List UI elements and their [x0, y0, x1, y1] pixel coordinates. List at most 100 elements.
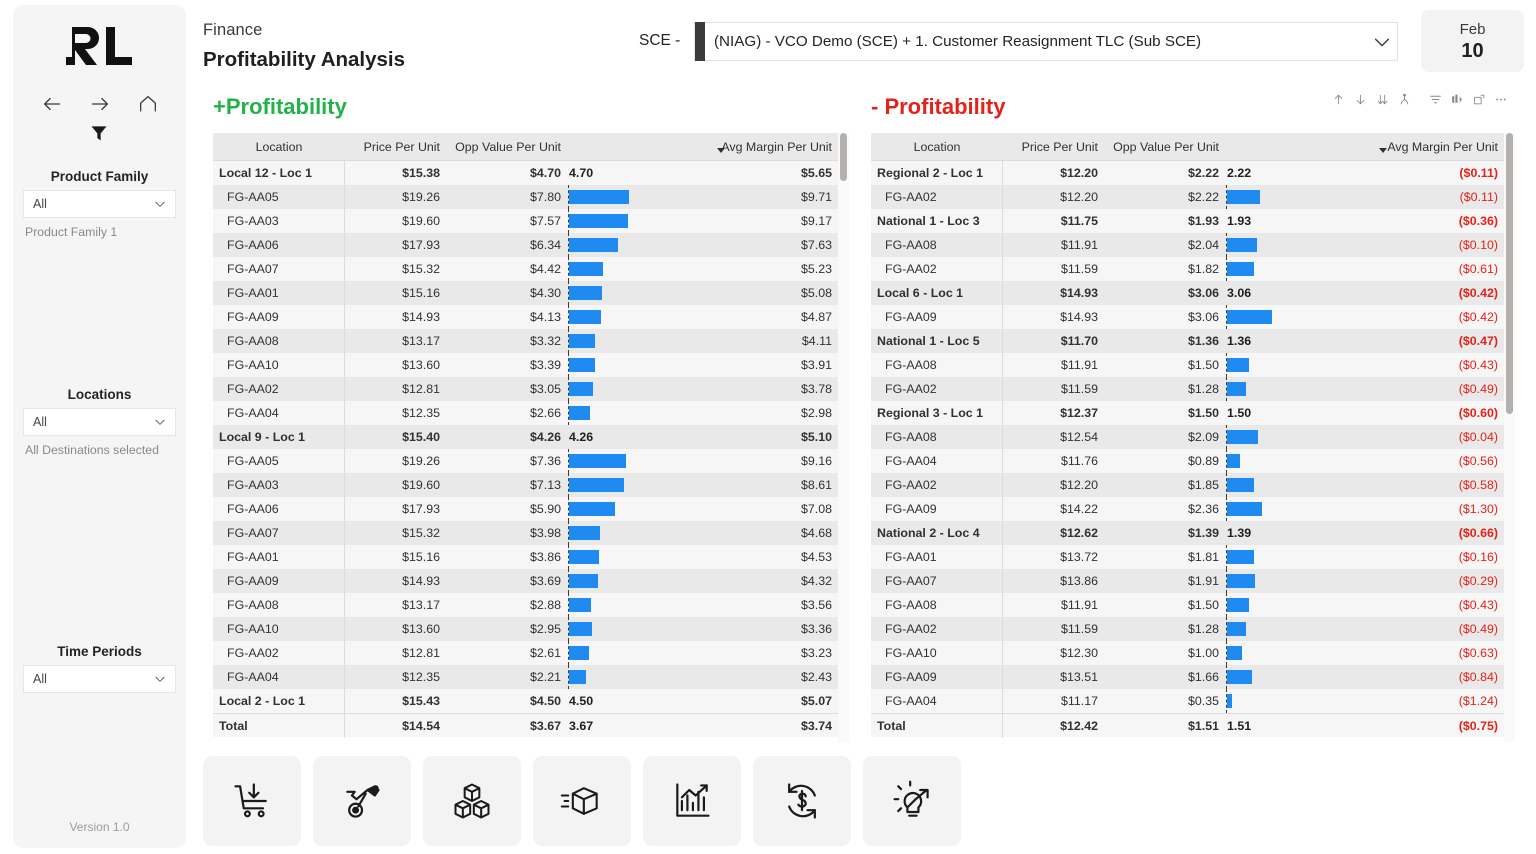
table-row[interactable]: FG-AA03 $19.60 $7.13 $8.61 [213, 473, 838, 497]
column-header-opp-value-per-unit[interactable]: Opp Value Per Unit [445, 133, 565, 160]
table-row-group[interactable]: National 1 - Loc 3 $11.75 $1.93 1.93 ($0.36) [871, 209, 1504, 233]
table-row[interactable]: FG-AA02 $12.20 $2.22 ($0.11) [871, 185, 1504, 209]
column-header-location[interactable]: Location [871, 133, 1003, 160]
table-row-group[interactable]: Local 2 - Loc 1 $15.43 $4.50 4.50 $5.07 [213, 689, 838, 713]
expand-icon[interactable] [1468, 89, 1490, 110]
cell-price-per-unit: $12.20 [1060, 478, 1098, 492]
sort-descending-icon[interactable] [1349, 89, 1371, 110]
rl-logo [13, 23, 186, 69]
column-header-price-per-unit[interactable]: Price Per Unit [1003, 133, 1103, 160]
table-row[interactable]: FG-AA10 $12.30 $1.00 ($0.63) [871, 641, 1504, 665]
table-row[interactable]: FG-AA08 $13.17 $3.32 $4.11 [213, 329, 838, 353]
expand-hierarchy-icon[interactable] [1393, 89, 1415, 110]
column-header-avg-margin-per-unit[interactable]: Avg Margin Per Unit [651, 133, 838, 160]
column-header-opp-value-per-unit[interactable]: Opp Value Per Unit [1103, 133, 1223, 160]
table-row[interactable]: FG-AA09 $14.22 $2.36 ($1.30) [871, 497, 1504, 521]
cell-opp-value-per-unit: $4.50 [529, 694, 561, 708]
table-row-group[interactable]: Regional 3 - Loc 1 $12.37 $1.50 1.50 ($0.60) [871, 401, 1504, 425]
table-row-total[interactable]: Total $14.54 $3.67 3.67 $3.74 [213, 713, 838, 738]
table-row[interactable]: FG-AA08 $13.17 $2.88 $3.56 [213, 593, 838, 617]
table-row[interactable]: FG-AA10 $13.60 $2.95 $3.36 [213, 617, 838, 641]
table-row[interactable]: FG-AA04 $11.17 $0.35 ($1.24) [871, 689, 1504, 713]
table-row[interactable]: FG-AA05 $19.26 $7.36 $9.16 [213, 449, 838, 473]
shipping-icon[interactable] [533, 756, 631, 846]
table-row[interactable]: FG-AA01 $13.72 $1.81 ($0.16) [871, 545, 1504, 569]
table-row[interactable]: FG-AA05 $19.26 $7.80 $9.71 [213, 185, 838, 209]
scrollbar-left-table[interactable] [838, 133, 849, 742]
column-header-location[interactable]: Location [213, 133, 345, 160]
table-row[interactable]: FG-AA02 $12.81 $2.61 $3.23 [213, 641, 838, 665]
slicer-dropdown-locations[interactable]: All [23, 408, 176, 436]
drill-down-icon[interactable] [1371, 89, 1393, 110]
bar-mark [569, 286, 603, 300]
cost-cycle-icon[interactable] [753, 756, 851, 846]
table-row[interactable]: FG-AA02 $11.59 $1.28 ($0.49) [871, 377, 1504, 401]
maintenance-icon[interactable] [313, 756, 411, 846]
more-options-icon[interactable] [1490, 89, 1512, 110]
cell-opp-value-per-unit: $1.36 [1187, 334, 1219, 348]
back-icon[interactable] [41, 93, 63, 115]
table-row[interactable]: FG-AA09 $14.93 $4.13 $4.87 [213, 305, 838, 329]
column-header-avg-margin-per-unit[interactable]: Avg Margin Per Unit [1309, 133, 1504, 160]
bar-mark [1227, 670, 1252, 684]
purchase-order-icon[interactable] [203, 756, 301, 846]
table-row[interactable]: FG-AA06 $17.93 $5.90 $7.08 [213, 497, 838, 521]
table-row[interactable]: FG-AA02 $11.59 $1.28 ($0.49) [871, 617, 1504, 641]
table-row-total[interactable]: Total $12.42 $1.51 1.51 ($0.75) [871, 713, 1504, 738]
inventory-icon[interactable] [423, 756, 521, 846]
table-row-group[interactable]: Local 9 - Loc 1 $15.40 $4.26 4.26 $5.10 [213, 425, 838, 449]
table-row[interactable]: FG-AA07 $13.86 $1.91 ($0.29) [871, 569, 1504, 593]
table-row[interactable]: FG-AA08 $11.91 $2.04 ($0.10) [871, 233, 1504, 257]
filter-icon[interactable] [1424, 89, 1446, 110]
cell-opp-value-per-unit: $2.61 [529, 646, 561, 660]
table-row-group[interactable]: Local 6 - Loc 1 $14.93 $3.06 3.06 ($0.42) [871, 281, 1504, 305]
table-row[interactable]: FG-AA02 $12.81 $3.05 $3.78 [213, 377, 838, 401]
table-row[interactable]: FG-AA08 $11.91 $1.50 ($0.43) [871, 593, 1504, 617]
forward-icon[interactable] [89, 93, 111, 115]
slicer-dropdown-time-periods[interactable]: All [23, 665, 176, 693]
table-row[interactable]: FG-AA02 $11.59 $1.82 ($0.61) [871, 257, 1504, 281]
bar-mark [1227, 454, 1241, 468]
cell-price-per-unit: $11.91 [1061, 598, 1098, 612]
table-row[interactable]: FG-AA08 $12.54 $2.09 ($0.04) [871, 425, 1504, 449]
slicer-dropdown-product-family[interactable]: All [23, 190, 176, 218]
table-row-group[interactable]: National 2 - Loc 4 $12.62 $1.39 1.39 ($0.66) [871, 521, 1504, 545]
column-header-price-per-unit[interactable]: Price Per Unit [345, 133, 445, 160]
table-row-group[interactable]: Local 12 - Loc 1 $15.38 $4.70 4.70 $5.65 [213, 161, 838, 185]
cell-avg-margin-per-unit: ($0.43) [1458, 358, 1498, 372]
table-row[interactable]: FG-AA02 $12.20 $1.85 ($0.58) [871, 473, 1504, 497]
table-row[interactable]: FG-AA09 $14.93 $3.06 ($0.42) [871, 305, 1504, 329]
table-row[interactable]: FG-AA04 $11.76 $0.89 ($0.56) [871, 449, 1504, 473]
analytics-icon[interactable] [643, 756, 741, 846]
table-row[interactable]: FG-AA01 $15.16 $3.86 $4.53 [213, 545, 838, 569]
cell-location: FG-AA07 [213, 257, 345, 281]
table-row[interactable]: FG-AA01 $15.16 $4.30 $5.08 [213, 281, 838, 305]
scenario-value: (NIAG) - VCO Demo (SCE) + 1. Customer Re… [714, 33, 1202, 50]
table-row[interactable]: FG-AA06 $17.93 $6.34 $7.63 [213, 233, 838, 257]
table-row[interactable]: FG-AA07 $15.32 $4.42 $5.23 [213, 257, 838, 281]
scenario-dropdown[interactable]: (NIAG) - VCO Demo (SCE) + 1. Customer Re… [694, 22, 1398, 61]
filter-icon[interactable] [89, 123, 111, 145]
cell-location: Total [213, 713, 345, 738]
table-row[interactable]: FG-AA08 $11.91 $1.50 ($0.43) [871, 353, 1504, 377]
bar-mark [1227, 430, 1258, 444]
focus-mode-icon[interactable] [1446, 89, 1468, 110]
sort-ascending-icon[interactable] [1327, 89, 1349, 110]
table-row[interactable]: FG-AA03 $19.60 $7.57 $9.17 [213, 209, 838, 233]
table-row[interactable]: FG-AA09 $14.93 $3.69 $4.32 [213, 569, 838, 593]
scrollbar-thumb[interactable] [1506, 133, 1513, 414]
scrollbar-right-table[interactable] [1504, 133, 1515, 742]
home-icon[interactable] [137, 93, 159, 115]
table-row-group[interactable]: National 1 - Loc 5 $11.70 $1.36 1.36 ($0.47) [871, 329, 1504, 353]
date-badge[interactable]: Feb 10 [1421, 10, 1524, 72]
table-row[interactable]: FG-AA04 $12.35 $2.21 $2.43 [213, 665, 838, 689]
table-row[interactable]: FG-AA10 $13.60 $3.39 $3.91 [213, 353, 838, 377]
bar-mark [1227, 646, 1242, 660]
scrollbar-thumb[interactable] [840, 133, 847, 181]
table-row[interactable]: FG-AA09 $13.51 $1.66 ($0.84) [871, 665, 1504, 689]
cell-bar: 4.70 [565, 161, 651, 185]
table-row-group[interactable]: Regional 2 - Loc 1 $12.20 $2.22 2.22 ($0.11) [871, 161, 1504, 185]
insights-icon[interactable] [863, 756, 961, 846]
table-row[interactable]: FG-AA07 $15.32 $3.98 $4.68 [213, 521, 838, 545]
table-row[interactable]: FG-AA04 $12.35 $2.66 $2.98 [213, 401, 838, 425]
